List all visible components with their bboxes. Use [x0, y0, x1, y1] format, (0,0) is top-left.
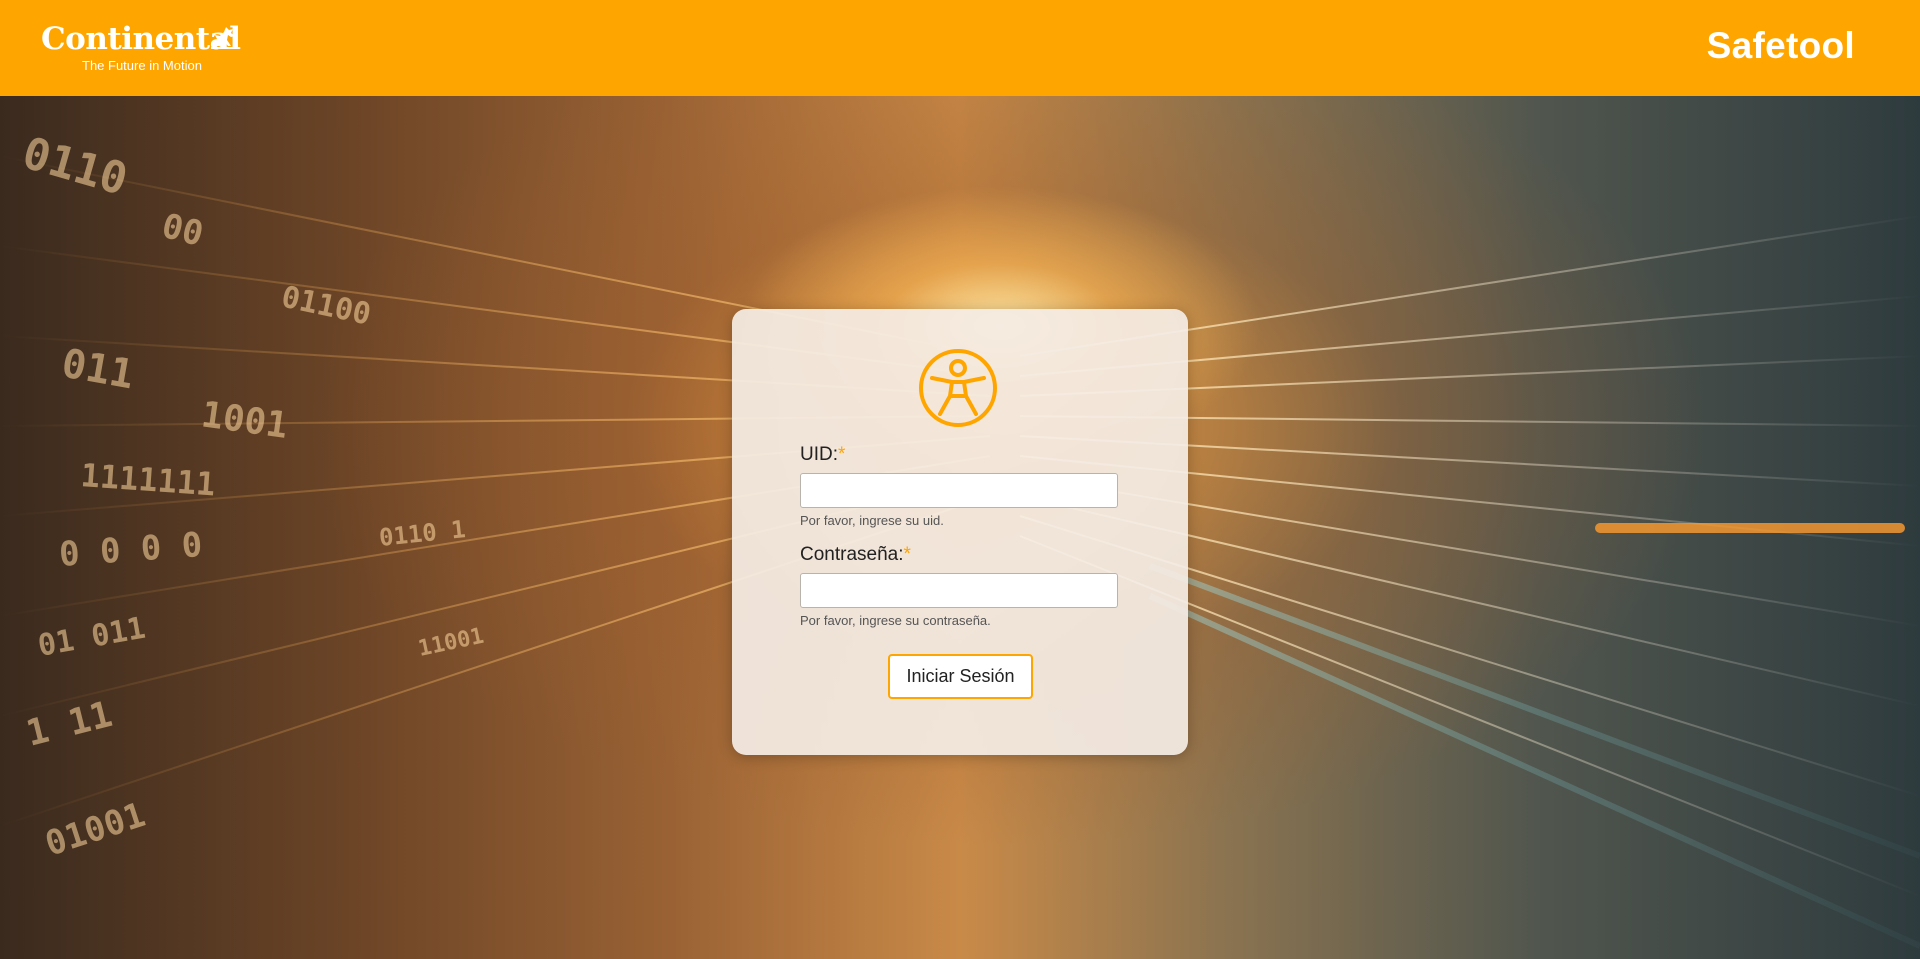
svg-text:11001: 11001 — [416, 624, 486, 662]
login-button[interactable]: Iniciar Sesión — [888, 654, 1033, 699]
svg-text:011: 011 — [58, 341, 137, 399]
password-label: Contraseña:* — [800, 544, 911, 566]
password-required-mark: * — [903, 544, 911, 565]
svg-text:1001: 1001 — [199, 394, 291, 447]
svg-text:0110: 0110 — [17, 128, 133, 206]
app-header: Continental The Future in Motion Safetoo… — [0, 0, 1920, 96]
password-label-text: Contraseña: — [800, 544, 904, 565]
svg-text:0 0 0 0: 0 0 0 0 — [58, 525, 204, 575]
password-input[interactable] — [800, 573, 1118, 608]
person-circle-icon — [919, 349, 997, 427]
uid-input[interactable] — [800, 473, 1118, 508]
uid-label: UID:* — [800, 444, 845, 466]
uid-hint: Por favor, ingrese su uid. — [800, 513, 944, 528]
svg-text:01001: 01001 — [40, 795, 150, 865]
svg-text:01 011: 01 011 — [35, 611, 148, 664]
svg-text:01100: 01100 — [278, 280, 374, 333]
uid-required-mark: * — [838, 444, 846, 465]
app-title: Safetool — [1706, 25, 1855, 66]
svg-text:00: 00 — [158, 206, 207, 255]
uid-label-text: UID: — [800, 444, 838, 465]
password-hint: Por favor, ingrese su contraseña. — [800, 613, 991, 628]
logo-tagline: The Future in Motion — [82, 58, 202, 73]
svg-text:1 11: 1 11 — [22, 694, 116, 755]
login-card: UID:* Por favor, ingrese su uid. Contras… — [732, 309, 1188, 755]
horse-icon — [211, 27, 239, 49]
svg-text:1111111: 1111111 — [79, 456, 216, 503]
svg-text:0110 1: 0110 1 — [378, 515, 467, 552]
